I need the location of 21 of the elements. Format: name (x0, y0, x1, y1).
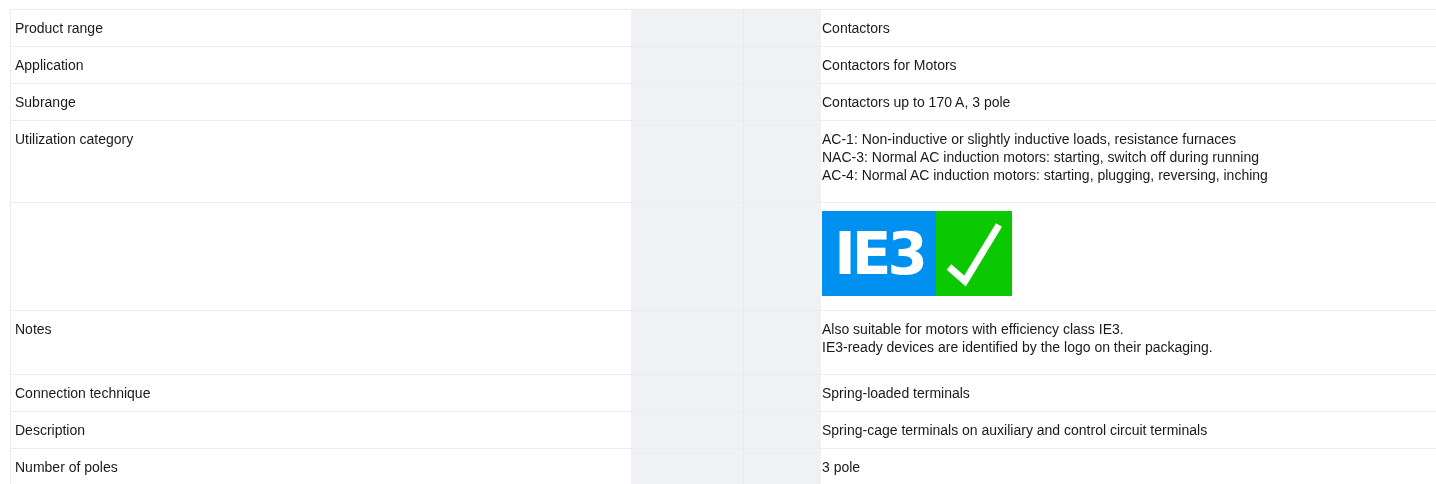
row-label: Product range (15, 20, 103, 36)
logo-text: IE3 (822, 211, 936, 296)
row-value: Spring-cage terminals on auxiliary and control circuit terminals (822, 421, 1209, 439)
row-value: NAC-3: Normal AC induction motors: starting, switch off during running (822, 148, 1261, 166)
row-label: Connection technique (15, 385, 151, 401)
row-label: Subrange (15, 94, 76, 110)
row-value: Spring-loaded terminals (822, 384, 971, 402)
row-label: Description (15, 422, 86, 438)
row-label: Utilization category (15, 131, 134, 147)
row-label: Notes (15, 321, 52, 337)
row-value: Contactors (822, 19, 891, 37)
row-value: Contactors up to 170 A, 3 pole (822, 93, 1012, 111)
row-value: AC-1: Non-inductive or slightly inductive loads, resistance furnaces (822, 130, 1237, 148)
row-label: Application (15, 57, 84, 73)
row-value: Contactors for Motors (822, 56, 958, 74)
row-value: AC-4: Normal AC induction motors: starting, plugging, reversing, inching (822, 166, 1269, 184)
row-value: Also suitable for motors with efficiency class IE3. (822, 320, 1125, 338)
row-value: IE3-ready devices are identified by the logo on their packaging. (822, 338, 1214, 356)
row-label: Number of poles (15, 459, 118, 475)
checkmark-icon (945, 220, 1003, 287)
row-value: 3 pole (822, 458, 862, 476)
